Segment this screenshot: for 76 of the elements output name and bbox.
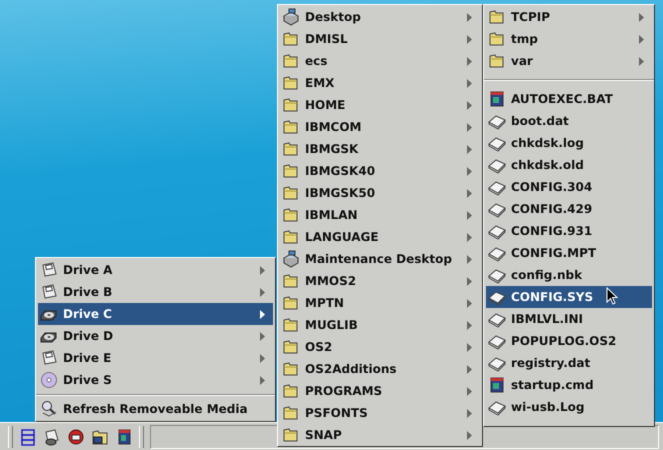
program-window-icon <box>488 90 506 108</box>
menu-item[interactable]: Drive S <box>38 369 273 391</box>
menu-item[interactable]: Refresh Removeable Media <box>38 398 273 420</box>
menu-item[interactable]: ecs <box>280 50 480 72</box>
menu-item[interactable]: OS2Additions <box>280 358 480 380</box>
menu-item[interactable]: boot.dat <box>486 110 652 132</box>
folder-icon <box>282 294 300 312</box>
disc-icon <box>40 371 58 389</box>
menu-item[interactable]: IBMGSK40 <box>280 160 480 182</box>
pointer-icon <box>606 287 618 305</box>
folder-icon <box>282 426 300 444</box>
menu-item[interactable]: IBMLVL.INI <box>486 308 652 330</box>
folder-icon <box>282 96 300 114</box>
folder-icon <box>282 52 300 70</box>
menu-item[interactable]: PROGRAMS <box>280 380 480 402</box>
folder-icon <box>282 162 300 180</box>
menu-item[interactable]: registry.dat <box>486 352 652 374</box>
menu-item[interactable]: chkdsk.old <box>486 154 652 176</box>
folder-icon <box>282 184 300 202</box>
menu-item[interactable]: startup.cmd <box>486 374 652 396</box>
menu-item[interactable]: MUGLIB <box>280 314 480 336</box>
folder-icon <box>282 404 300 422</box>
folder-icon <box>282 30 300 48</box>
folder-icon <box>282 272 300 290</box>
desktop-icon <box>282 8 300 26</box>
folder-icon <box>282 228 300 246</box>
menu-item[interactable]: HOME <box>280 94 480 116</box>
menu-item[interactable]: wi-usb.Log <box>486 396 652 418</box>
folder-window-icon[interactable] <box>91 428 109 446</box>
menu-item[interactable]: CONFIG.931 <box>486 220 652 242</box>
menu-item[interactable]: MPTN <box>280 292 480 314</box>
menu-item[interactable]: DMISL <box>280 28 480 50</box>
menu-item[interactable]: CONFIG.429 <box>486 198 652 220</box>
menu-item[interactable]: CONFIG.MPT <box>486 242 652 264</box>
menu-item[interactable]: LANGUAGE <box>280 226 480 248</box>
menu-item[interactable]: chkdsk.log <box>486 132 652 154</box>
menu-item[interactable]: Drive C <box>38 303 273 325</box>
folder-icon <box>282 140 300 158</box>
menu-item[interactable]: CONFIG.304 <box>486 176 652 198</box>
folder-icon <box>282 118 300 136</box>
menu-item[interactable]: AUTOEXEC.BAT <box>486 88 652 110</box>
menu-item[interactable]: TCPIP <box>486 6 652 28</box>
menu-item[interactable]: IBMGSK50 <box>280 182 480 204</box>
menu-item[interactable]: Drive B <box>38 281 273 303</box>
shutdown-icon[interactable] <box>67 428 85 446</box>
folder-icon <box>282 316 300 334</box>
folder-icon <box>488 8 506 26</box>
folder-icon <box>488 30 506 48</box>
menu-icon[interactable] <box>19 428 37 446</box>
menu-item[interactable]: tmp <box>486 28 652 50</box>
drives-icon[interactable] <box>43 428 61 446</box>
folder-icon <box>282 338 300 356</box>
folder-icon <box>282 382 300 400</box>
menu-item[interactable]: Drive A <box>38 259 273 281</box>
menu-item[interactable]: Maintenance Desktop <box>280 248 480 270</box>
magnifier-icon <box>40 400 58 418</box>
menu-item[interactable]: IBMCOM <box>280 116 480 138</box>
folder-icon <box>282 206 300 224</box>
folder-icon <box>488 52 506 70</box>
folder-icon <box>282 74 300 92</box>
menu-item[interactable]: MMOS2 <box>280 270 480 292</box>
menu-item[interactable]: IBMLAN <box>280 204 480 226</box>
menu-item[interactable]: var <box>486 50 652 72</box>
menu-item[interactable]: PSFONTS <box>280 402 480 424</box>
menu-item[interactable]: EMX <box>280 72 480 94</box>
menu-item[interactable]: Drive E <box>38 347 273 369</box>
menu-item[interactable]: Drive D <box>38 325 273 347</box>
desktop-icon <box>282 250 300 268</box>
menu-item[interactable]: POPUPLOG.OS2 <box>486 330 652 352</box>
menu-item[interactable]: config.nbk <box>486 264 652 286</box>
menu-item[interactable]: Desktop <box>280 6 480 28</box>
menu-item[interactable]: OS2 <box>280 336 480 358</box>
menu-item[interactable]: IBMGSK <box>280 138 480 160</box>
program-window-icon <box>488 376 506 394</box>
menu-item[interactable]: CONFIG.SYS <box>486 286 652 308</box>
folder-icon <box>282 360 300 378</box>
